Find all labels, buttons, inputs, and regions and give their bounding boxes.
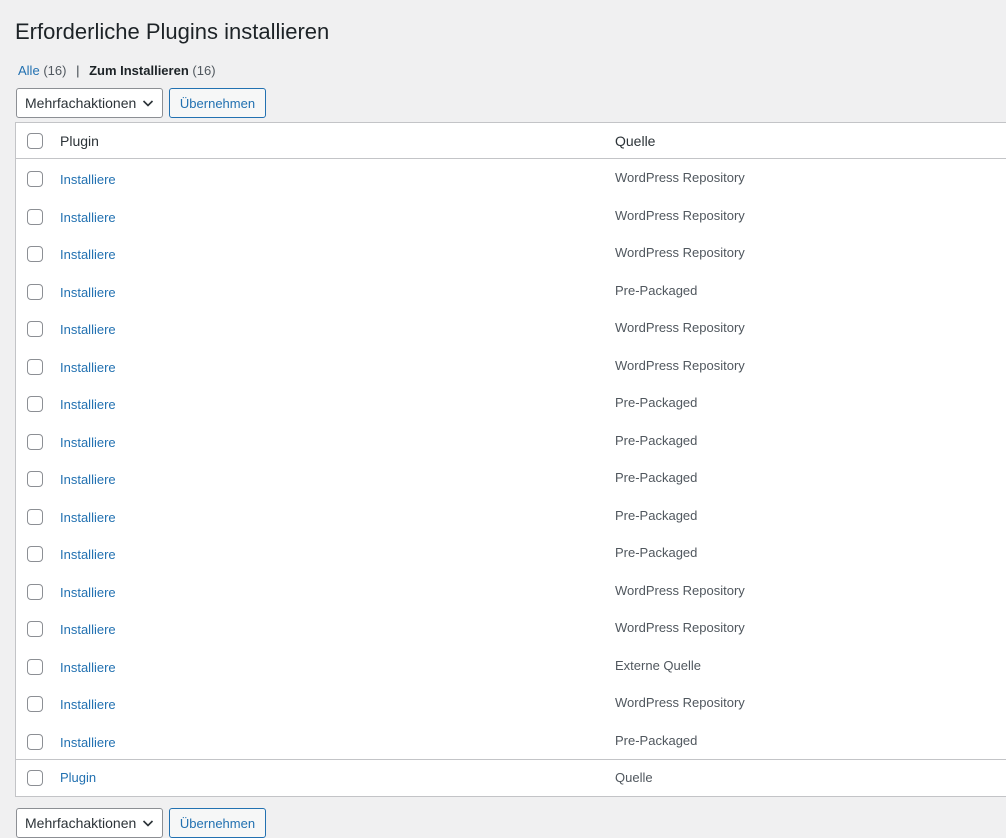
install-link[interactable]: Installiere (60, 510, 116, 525)
column-footer-source: Quelle (615, 770, 653, 785)
table-row: Installiere WordPress Repository (16, 685, 1006, 723)
install-link[interactable]: Installiere (60, 285, 116, 300)
filter-separator: | (76, 63, 80, 78)
column-footer-plugin[interactable]: Plugin (60, 770, 96, 785)
page-title: Erforderliche Plugins installieren (15, 19, 330, 44)
row-checkbox[interactable] (27, 283, 43, 300)
row-checkbox[interactable] (27, 546, 43, 562)
bulk-actions-value: Mehrfachaktionen (25, 95, 137, 111)
source-cell: WordPress Repository (615, 357, 745, 373)
table-row: Installiere WordPress Repository (16, 573, 1006, 611)
table-row: Installiere WordPress Repository (16, 610, 1006, 648)
filter-install-count: (16) (192, 63, 216, 78)
bulk-actions-select[interactable]: Mehrfachaktionen (16, 88, 163, 118)
row-checkbox[interactable] (27, 321, 43, 337)
row-checkbox[interactable] (27, 508, 43, 525)
filter-all-count: (16) (43, 63, 67, 78)
row-checkbox[interactable] (27, 396, 43, 412)
row-checkbox[interactable] (27, 658, 43, 675)
install-link[interactable]: Installiere (60, 472, 116, 487)
install-link[interactable]: Installiere (60, 435, 116, 450)
table-row: Installiere Pre-Packaged (16, 460, 1006, 498)
apply-button[interactable]: Übernehmen (169, 88, 266, 118)
row-checkbox[interactable] (27, 171, 43, 187)
source-cell: WordPress Repository (615, 320, 745, 335)
select-all-checkbox[interactable] (27, 133, 43, 149)
filter-all-link[interactable]: Alle (18, 63, 40, 78)
table-row: Installiere Pre-Packaged (16, 498, 1006, 536)
row-checkbox[interactable] (27, 433, 43, 450)
install-link[interactable]: Installiere (60, 585, 116, 600)
table-footer-row: Plugin Quelle (16, 759, 1006, 796)
chevron-down-icon (142, 100, 154, 107)
install-link[interactable]: Installiere (60, 210, 116, 225)
source-cell: Pre-Packaged (615, 545, 698, 560)
install-link[interactable]: Installiere (60, 322, 116, 337)
table-row: Installiere WordPress Repository (16, 160, 1006, 198)
row-checkbox[interactable] (27, 696, 43, 712)
table-header-row: Plugin Quelle (16, 123, 1006, 159)
row-checkbox[interactable] (27, 246, 43, 262)
row-checkbox[interactable] (27, 208, 43, 225)
filter-install-label: Zum Installieren (89, 63, 189, 78)
table-row: Installiere Externe Quelle (16, 648, 1006, 686)
table-row: Installiere WordPress Repository (16, 198, 1006, 236)
row-checkbox[interactable] (27, 733, 43, 750)
install-link[interactable]: Installiere (60, 247, 116, 262)
source-cell: Pre-Packaged (615, 470, 698, 485)
apply-button-bottom[interactable]: Übernehmen (169, 808, 266, 838)
row-checkbox[interactable] (27, 358, 43, 375)
bulk-actions-value-bottom: Mehrfachaktionen (25, 815, 137, 831)
table-row: Installiere Pre-Packaged (16, 535, 1006, 573)
row-checkbox[interactable] (27, 621, 43, 637)
install-link[interactable]: Installiere (60, 622, 116, 637)
install-link[interactable]: Installiere (60, 397, 116, 412)
table-row: Installiere WordPress Repository (16, 310, 1006, 348)
source-cell: Pre-Packaged (615, 395, 698, 410)
row-checkbox[interactable] (27, 471, 43, 487)
bulk-actions-select-bottom[interactable]: Mehrfachaktionen (16, 808, 163, 838)
status-filter-links: Alle (16) | Zum Installieren (16) (18, 62, 216, 80)
source-cell: Pre-Packaged (615, 732, 698, 748)
table-row: Installiere Pre-Packaged (16, 273, 1006, 311)
select-all-checkbox-footer[interactable] (27, 770, 43, 786)
source-cell: WordPress Repository (615, 582, 745, 598)
source-cell: Pre-Packaged (615, 282, 698, 298)
table-row: Installiere WordPress Repository (16, 348, 1006, 386)
table-row: Installiere Pre-Packaged (16, 723, 1006, 761)
row-checkbox[interactable] (27, 583, 43, 600)
chevron-down-icon (142, 820, 154, 827)
table-row: Installiere Pre-Packaged (16, 423, 1006, 461)
source-cell: WordPress Repository (615, 170, 745, 185)
install-link[interactable]: Installiere (60, 547, 116, 562)
source-cell: WordPress Repository (615, 245, 745, 260)
source-cell: WordPress Repository (615, 695, 745, 710)
column-header-source: Quelle (615, 133, 656, 149)
install-link[interactable]: Installiere (60, 660, 116, 675)
source-cell: WordPress Repository (615, 207, 745, 223)
filter-all-label: Alle (18, 63, 40, 78)
table-row: Installiere Pre-Packaged (16, 385, 1006, 423)
install-link[interactable]: Installiere (60, 735, 116, 750)
filter-install-link[interactable]: Zum Installieren (89, 63, 189, 78)
install-link[interactable]: Installiere (60, 360, 116, 375)
install-link[interactable]: Installiere (60, 697, 116, 712)
column-header-plugin[interactable]: Plugin (60, 133, 99, 149)
table-row: Installiere WordPress Repository (16, 235, 1006, 273)
install-link[interactable]: Installiere (60, 172, 116, 187)
source-cell: Pre-Packaged (615, 507, 698, 523)
source-cell: Pre-Packaged (615, 432, 698, 448)
source-cell: Externe Quelle (615, 657, 701, 673)
plugins-table: Plugin Quelle Installiere WordPress Repos… (15, 122, 1006, 797)
source-cell: WordPress Repository (615, 620, 745, 635)
